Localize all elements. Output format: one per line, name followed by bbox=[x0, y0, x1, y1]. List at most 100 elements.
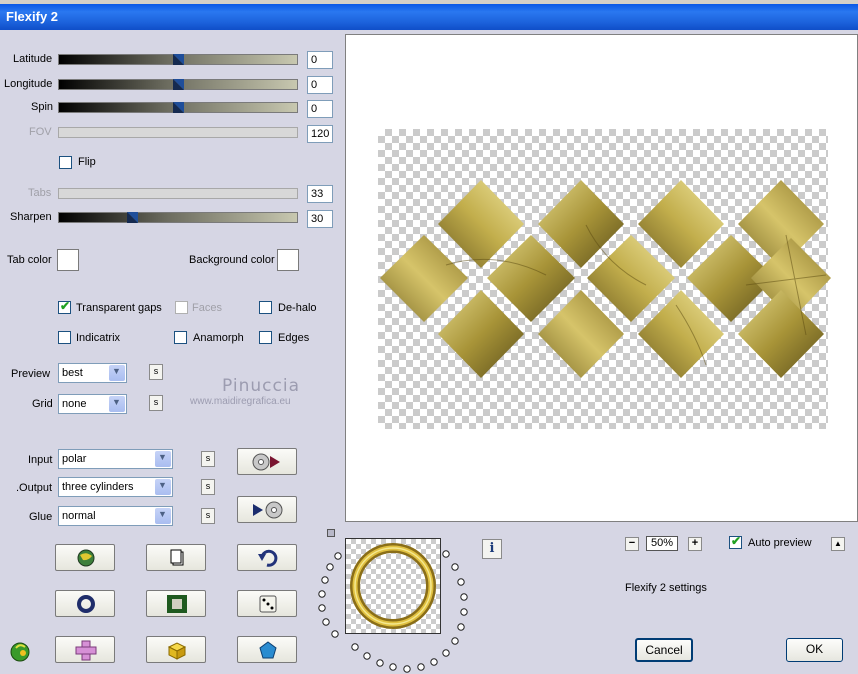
watermark-site: www.maidiregrafica.eu bbox=[190, 396, 291, 407]
input-label: Input bbox=[28, 454, 53, 466]
chevron-down-icon[interactable]: ▼ bbox=[109, 365, 125, 381]
zoom-out-button[interactable]: − bbox=[625, 537, 639, 551]
globe-button[interactable] bbox=[55, 544, 115, 571]
dice-icon bbox=[259, 595, 277, 613]
input-s-button[interactable]: s bbox=[201, 451, 215, 467]
copy-icon bbox=[170, 549, 184, 566]
sharpen-slider[interactable] bbox=[58, 212, 298, 223]
longitude-slider-thumb[interactable] bbox=[173, 79, 184, 90]
flip-label: Flip bbox=[78, 156, 96, 168]
preview-label: Preview bbox=[11, 368, 51, 380]
ring-button[interactable] bbox=[55, 590, 115, 617]
collapse-button[interactable]: ▲ bbox=[831, 537, 845, 551]
cube-icon bbox=[167, 642, 187, 660]
undo-button[interactable] bbox=[237, 544, 297, 571]
chevron-down-icon[interactable]: ▼ bbox=[155, 451, 171, 467]
de-halo-checkbox[interactable] bbox=[259, 301, 272, 314]
cross-button[interactable] bbox=[55, 636, 115, 663]
glue-label: Glue bbox=[29, 511, 53, 523]
chevron-down-icon[interactable]: ▼ bbox=[155, 508, 171, 524]
preview-select-value: best bbox=[62, 367, 83, 379]
faces-label: Faces bbox=[192, 302, 222, 314]
window-title: Flexify 2 bbox=[6, 9, 59, 24]
auto-preview-label: Auto preview bbox=[748, 537, 812, 549]
app-logo-icon bbox=[10, 642, 30, 662]
latitude-slider-thumb[interactable] bbox=[173, 54, 184, 65]
latitude-value[interactable]: 0 bbox=[307, 51, 333, 69]
preview-s-button[interactable]: s bbox=[149, 364, 163, 380]
watermark: Pinuccia www.maidiregrafica.eu bbox=[190, 376, 300, 407]
undo-icon bbox=[258, 549, 278, 567]
spin-label: Spin bbox=[31, 101, 54, 113]
output-label: .Output bbox=[16, 482, 53, 494]
glue-select[interactable]: normal ▼ bbox=[58, 506, 173, 526]
longitude-slider[interactable] bbox=[58, 79, 298, 90]
faces-checkbox bbox=[175, 301, 188, 314]
flip-checkbox[interactable] bbox=[59, 156, 72, 169]
glue-s-button[interactable]: s bbox=[201, 508, 215, 524]
spin-slider[interactable] bbox=[58, 102, 298, 113]
longitude-value[interactable]: 0 bbox=[307, 76, 333, 94]
tab-color-label: Tab color bbox=[7, 254, 52, 266]
zoom-level: 50% bbox=[646, 536, 678, 551]
fov-slider bbox=[58, 127, 298, 138]
random-dice-button[interactable] bbox=[237, 590, 297, 617]
tabs-value[interactable]: 33 bbox=[307, 185, 333, 203]
copy-button[interactable] bbox=[146, 544, 206, 571]
spin-value[interactable]: 0 bbox=[307, 100, 333, 118]
latitude-label: Latitude bbox=[13, 53, 53, 65]
edges-checkbox[interactable] bbox=[259, 331, 272, 344]
cancel-button[interactable]: Cancel bbox=[635, 638, 693, 662]
grid-select[interactable]: none ▼ bbox=[58, 394, 127, 414]
preview-select[interactable]: best ▼ bbox=[58, 363, 127, 383]
input-select[interactable]: polar ▼ bbox=[58, 449, 173, 469]
navigator-dot-ring bbox=[318, 550, 468, 673]
preview-area[interactable] bbox=[345, 34, 858, 522]
fov-value[interactable]: 120 bbox=[307, 125, 333, 143]
background-color-label: Background color bbox=[189, 254, 275, 266]
longitude-label: Longitude bbox=[4, 78, 53, 90]
transparent-gaps-checkbox[interactable]: ✔ bbox=[58, 299, 71, 314]
output-to-input-button[interactable] bbox=[237, 496, 297, 523]
auto-preview-checkbox[interactable]: ✔ bbox=[729, 534, 742, 549]
output-select[interactable]: three cylinders ▼ bbox=[58, 477, 173, 497]
spin-slider-thumb[interactable] bbox=[173, 102, 184, 113]
tabs-slider bbox=[58, 188, 298, 199]
frame-icon bbox=[167, 595, 187, 613]
output-s-button[interactable]: s bbox=[201, 479, 215, 495]
info-button[interactable]: i bbox=[482, 539, 502, 559]
sharpen-label: Sharpen bbox=[10, 211, 52, 223]
settings-label: Flexify 2 settings bbox=[625, 582, 707, 594]
indicatrix-label: Indicatrix bbox=[76, 332, 121, 344]
title-bar[interactable]: Flexify 2 bbox=[0, 4, 858, 30]
grid-select-value: none bbox=[62, 398, 87, 410]
frame-button[interactable] bbox=[146, 590, 206, 617]
cube-button[interactable] bbox=[146, 636, 206, 663]
background-color-swatch[interactable] bbox=[277, 249, 299, 271]
disc-arrow-icon bbox=[252, 453, 280, 471]
glue-select-value: normal bbox=[62, 510, 96, 522]
pentagon-button[interactable] bbox=[237, 636, 297, 663]
flexify-window: Flexify 2 Latitude 0 Longitude 0 Spin 0 … bbox=[0, 0, 858, 674]
latitude-slider[interactable] bbox=[58, 54, 298, 65]
zoom-in-button[interactable]: + bbox=[688, 537, 702, 551]
checkmark-icon: ✔ bbox=[731, 534, 742, 548]
transparent-gaps-label: Transparent gaps bbox=[76, 302, 162, 314]
grid-label: Grid bbox=[32, 398, 53, 410]
sharpen-value[interactable]: 30 bbox=[307, 210, 333, 228]
grid-s-button[interactable]: s bbox=[149, 395, 163, 411]
sharpen-slider-thumb[interactable] bbox=[127, 212, 138, 223]
edges-label: Edges bbox=[278, 332, 310, 344]
input-to-output-button[interactable] bbox=[237, 448, 297, 475]
tabs-label: Tabs bbox=[28, 187, 52, 199]
cross-icon bbox=[75, 640, 97, 661]
navigator-handle[interactable] bbox=[327, 529, 335, 537]
indicatrix-checkbox[interactable] bbox=[58, 331, 71, 344]
tab-color-swatch[interactable] bbox=[57, 249, 79, 271]
de-halo-label: De-halo bbox=[278, 302, 317, 314]
anamorph-checkbox[interactable] bbox=[174, 331, 187, 344]
ok-button[interactable]: OK bbox=[786, 638, 843, 662]
ring-icon bbox=[77, 595, 95, 613]
chevron-down-icon[interactable]: ▼ bbox=[109, 396, 125, 412]
chevron-down-icon[interactable]: ▼ bbox=[155, 479, 171, 495]
